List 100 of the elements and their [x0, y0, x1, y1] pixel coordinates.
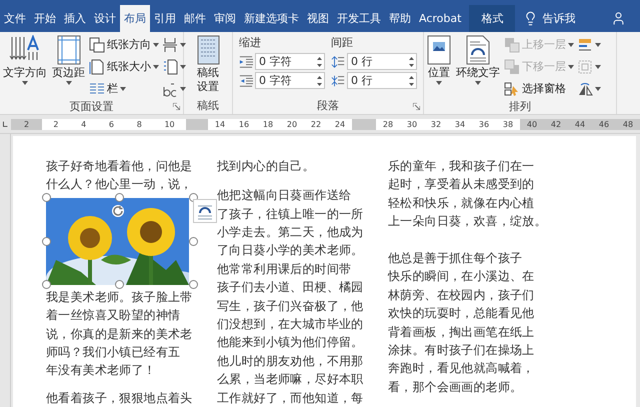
spin-arrows-icon[interactable] [317, 56, 322, 68]
tell-me-search[interactable]: 告诉我 [542, 11, 576, 26]
hyphenation-icon [162, 80, 178, 96]
resize-handle[interactable] [115, 193, 124, 202]
body-text-line: 了向日葵小学的美术老师。 [217, 242, 364, 260]
body-text-line: 了孩子，往镇上唯一的一所 [217, 206, 364, 223]
body-text-line: 涂抹。有时孩子们在操场上 [388, 342, 535, 360]
ribbon-tab[interactable]: 新建选项卡 [240, 5, 303, 32]
spin-arrows-icon[interactable] [317, 74, 322, 86]
spin-field[interactable]: 0 字符 [255, 53, 325, 70]
ruler-number: 36 [478, 120, 490, 128]
ribbon-tab[interactable]: 插入 [60, 5, 90, 32]
ribbon-tab[interactable]: 邮件 [180, 5, 210, 32]
ruler-number: 30 [406, 120, 418, 128]
body-text-line: 他看着孩子，狠狠地点着头 [46, 390, 193, 407]
page-size-icon [89, 58, 105, 74]
rotate-icon [577, 80, 593, 96]
line-spacing-icon [331, 54, 345, 68]
resize-handle[interactable] [188, 280, 198, 290]
section-label: 缩进 [239, 35, 262, 51]
selection-pane-icon [504, 80, 520, 96]
body-text-line: 什么人？他心里一动，说， [46, 176, 193, 194]
dropdown-caret-icon [22, 81, 28, 85]
group-objects-icon [577, 58, 593, 74]
ribbon-large-button[interactable]: 稿纸设置 [194, 35, 222, 97]
body-text-line: 他总是善于抓住每个孩子 [388, 250, 524, 268]
spin-arrows-icon[interactable] [409, 56, 414, 68]
group-label: 排列 [509, 98, 531, 114]
spin-field[interactable]: 0 行 [347, 72, 417, 89]
body-text-line: 师吗？我们小镇已经有五 [46, 344, 182, 362]
ribbon-tab[interactable]: 视图 [303, 5, 333, 32]
line-numbers-dropdown[interactable] [162, 57, 186, 76]
dropdown-caret-icon [66, 81, 72, 85]
body-text-line: 奔跑时，看见他就高喊着， [388, 360, 535, 378]
ribbon-button[interactable]: 选择窗格 [504, 79, 574, 98]
body-text-line: 背着画板，掏出画笔在纸上 [388, 324, 535, 341]
ribbon-tab[interactable]: 开发工具 [333, 5, 385, 32]
ribbon-tab[interactable]: 帮助 [385, 5, 415, 32]
spin-field[interactable]: 0 字符 [255, 72, 325, 89]
layout-options-icon[interactable] [193, 198, 217, 223]
ruler-number: 14 [214, 120, 226, 128]
ribbon-dropdown-button[interactable]: 纸张大小 [89, 57, 159, 76]
line-spacing-icon [331, 74, 345, 88]
body-text-line: 欢快的玩耍时，总能看见他 [388, 305, 535, 322]
page-break-icon [162, 36, 178, 52]
section-label: 间距 [331, 35, 354, 51]
dropdown-caret-icon [595, 86, 601, 90]
spin-arrows-icon[interactable] [409, 74, 414, 86]
resize-handle[interactable] [42, 193, 50, 202]
ruler-number: 44 [574, 120, 586, 128]
dropdown-caret-icon [180, 42, 186, 46]
tab-selector-icon[interactable] [1, 119, 9, 129]
ribbon-large-button[interactable]: 文字方向 [2, 35, 48, 98]
ribbon-large-button[interactable]: 页边距 [51, 35, 86, 98]
body-text-line: 他常常利用课后的时间带 [217, 260, 352, 278]
dialog-launcher-icon[interactable] [413, 103, 420, 110]
ribbon-tab[interactable]: 设计 [90, 5, 120, 32]
ruler-number: 18 [262, 120, 274, 128]
ruler-number: 2 [24, 120, 30, 128]
dropdown-caret-icon [475, 81, 481, 85]
dropdown-caret-icon [436, 81, 442, 85]
dialog-launcher-icon[interactable] [173, 103, 180, 110]
body-text-line: 孩子好奇地看着他，问他是 [46, 158, 193, 175]
ribbon-tab[interactable]: 文件 [0, 5, 30, 32]
position-icon [427, 35, 451, 65]
body-text-line: 孩子们去小道、田梗、橘园 [217, 279, 364, 296]
dropdown-caret-icon [120, 86, 126, 90]
ribbon-tab[interactable]: 格式 [469, 5, 516, 32]
ribbon-tab[interactable]: Acrobat [415, 5, 466, 32]
dropdown-caret-icon [595, 42, 601, 46]
ruler-number: 22 [310, 120, 322, 128]
text-wrap-icon [466, 35, 490, 65]
ruler-number: 20 [286, 120, 298, 128]
breaks-dropdown[interactable] [162, 35, 186, 54]
ruler-number: 34 [454, 120, 466, 128]
body-text-line: 快乐的瞬间，在小溪边、在 [388, 268, 535, 286]
page-margins-icon [56, 35, 82, 65]
ruler-number: 6 [108, 120, 114, 128]
person-icon[interactable] [611, 11, 626, 26]
body-text-line: 工作就好了，而他知道，每 [217, 390, 364, 407]
ribbon-large-button[interactable]: 环绕文字 [455, 35, 501, 98]
resize-handle[interactable] [42, 236, 50, 246]
ribbon-tab[interactable]: 开始 [30, 5, 60, 32]
ruler-number: 28 [382, 120, 394, 128]
body-text-line: 我是美术老师。孩子脸上带 [46, 288, 193, 306]
ribbon-tab[interactable]: 引用 [150, 5, 180, 32]
ribbon-tab[interactable]: 审阅 [210, 5, 240, 32]
group-label: 段落 [317, 98, 339, 113]
spin-field[interactable]: 0 行 [347, 53, 417, 70]
ribbon-tab[interactable]: 布局 [120, 5, 150, 32]
body-text-line: 们没想到，在大城市毕业的 [217, 316, 364, 333]
ribbon-large-button[interactable]: 位置 [426, 35, 452, 98]
resize-handle[interactable] [42, 280, 50, 290]
body-text-line: 乐的童年，我和孩子们在一 [388, 158, 535, 175]
ruler-number: 8 [136, 120, 142, 128]
resize-handle[interactable] [115, 280, 124, 290]
bring-forward-icon [504, 36, 520, 52]
ruler-margin-area [186, 118, 208, 130]
ribbon-dropdown-button[interactable]: 栏 [89, 79, 159, 98]
ribbon-dropdown-button[interactable]: 纸张方向 [89, 35, 159, 54]
